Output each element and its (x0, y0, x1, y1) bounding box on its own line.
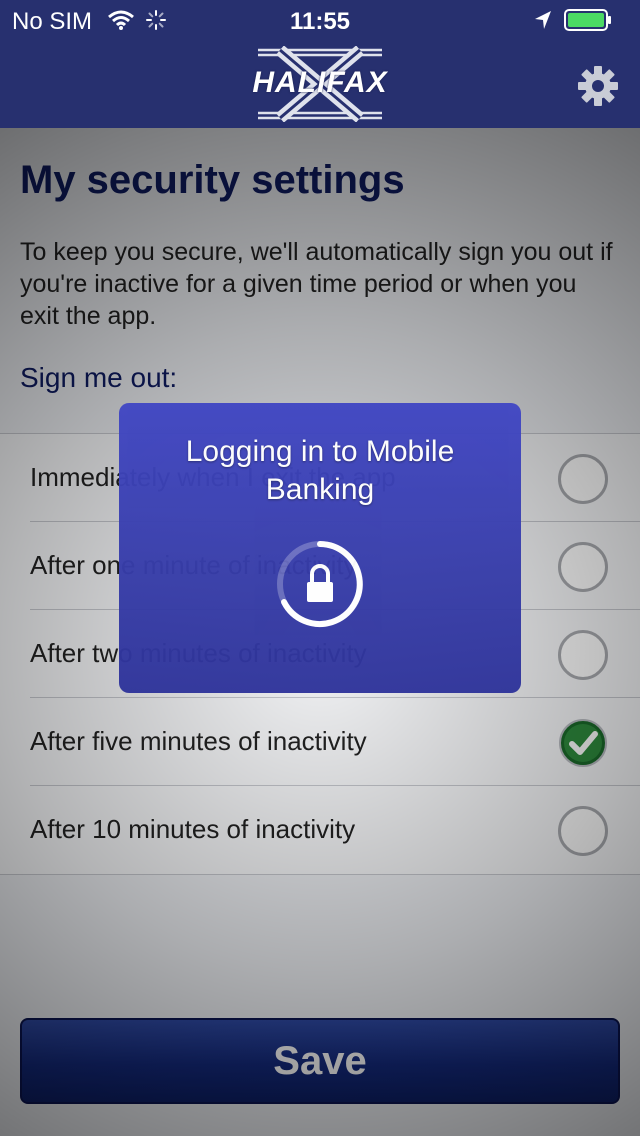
save-button[interactable]: Save (20, 1018, 620, 1104)
halifax-logo: HALIFAX (250, 45, 390, 123)
lock-spinner-icon (277, 541, 363, 627)
gear-icon[interactable] (576, 64, 620, 108)
nav-bar: HALIFAX (0, 40, 640, 128)
option-ten-minutes[interactable]: After 10 minutes of inactivity (30, 786, 640, 874)
loading-message: Logging in to Mobile Banking (185, 435, 455, 506)
radio-unchecked-icon[interactable] (558, 454, 608, 504)
option-label: After 10 minutes of inactivity (30, 814, 356, 844)
location-arrow-icon (535, 11, 551, 29)
option-five-minutes[interactable]: After five minutes of inactivity (30, 698, 640, 786)
radio-unchecked-icon[interactable] (558, 542, 608, 592)
loading-modal: Logging in to Mobile Banking (119, 403, 521, 693)
logo-text: HALIFAX (252, 66, 388, 99)
checkmark-selected-icon[interactable] (558, 718, 608, 768)
radio-unchecked-icon[interactable] (558, 806, 608, 856)
intro-text: To keep you secure, we'll automatically … (20, 238, 613, 330)
status-bar: No SIM 11:55 (0, 0, 640, 40)
page-title: My security settings (20, 158, 405, 202)
section-label: Sign me out: (20, 362, 178, 393)
battery-icon (564, 9, 611, 31)
option-label: After five minutes of inactivity (30, 726, 367, 756)
radio-unchecked-icon[interactable] (558, 630, 608, 680)
